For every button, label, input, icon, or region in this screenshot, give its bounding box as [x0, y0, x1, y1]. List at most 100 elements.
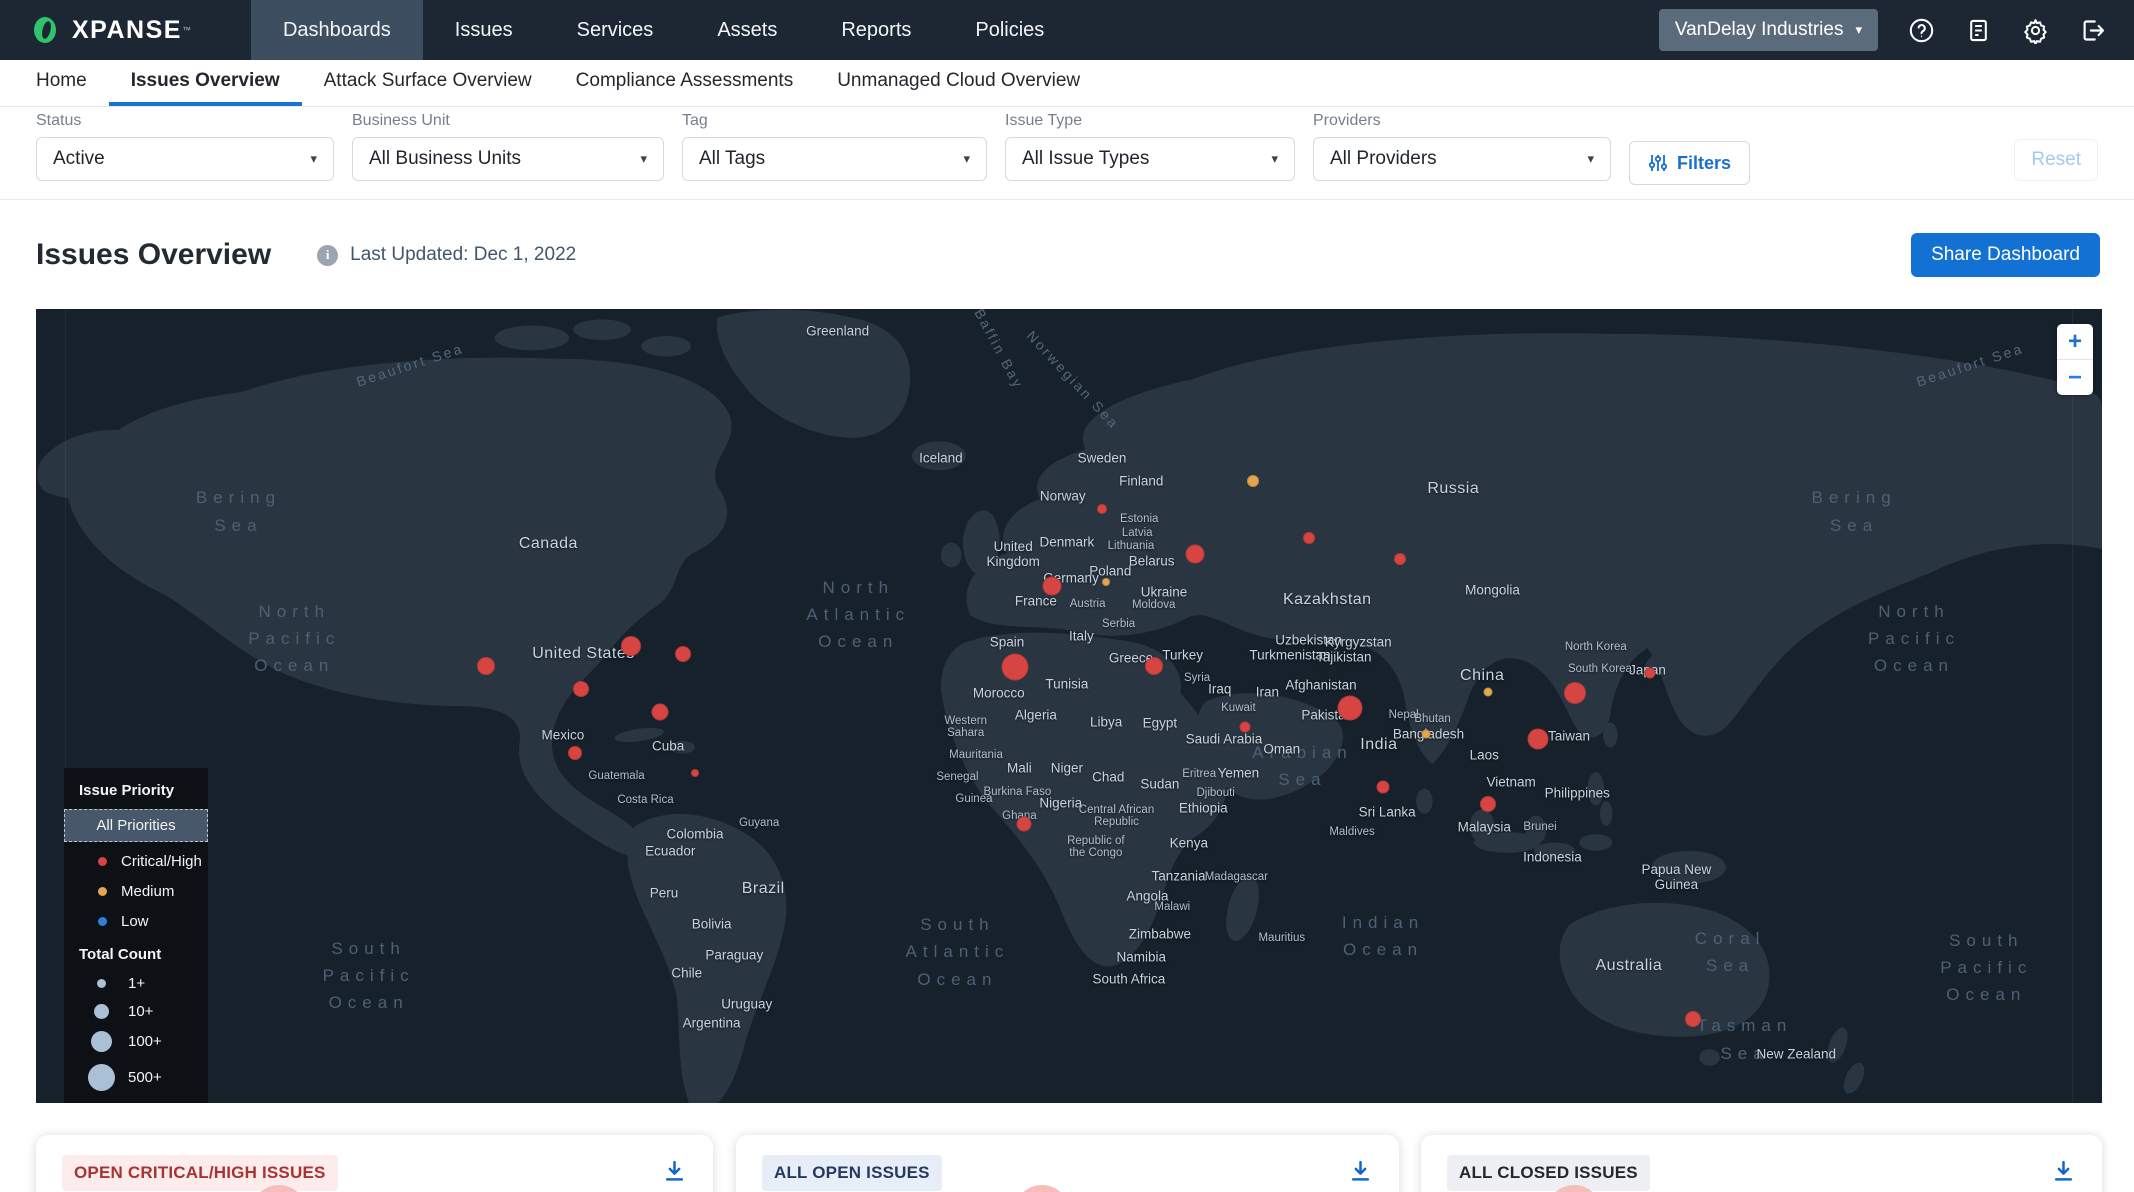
- world-map[interactable]: North Pacific OceanNorth Atlantic OceanS…: [36, 309, 2102, 1103]
- nav-item-services[interactable]: Services: [545, 0, 686, 60]
- card-open-critical-high-issues: OPEN CRITICAL/HIGH ISSUES: [36, 1135, 713, 1192]
- card-all-closed-issues: ALL CLOSED ISSUES: [1421, 1135, 2102, 1192]
- country-label-china: China: [1460, 667, 1504, 685]
- tab-home[interactable]: Home: [14, 60, 109, 106]
- filter-select-issue-type[interactable]: All Issue Types▾: [1005, 137, 1295, 181]
- filter-status: StatusActive▾: [36, 112, 334, 181]
- country-label-austria: Austria: [1070, 598, 1106, 610]
- issue-marker-critical[interactable]: [1016, 817, 1031, 832]
- legend-count-100: 100+: [64, 1025, 208, 1058]
- card-title-badge: OPEN CRITICAL/HIGH ISSUES: [62, 1155, 338, 1191]
- issue-marker-medium[interactable]: [1422, 729, 1431, 738]
- zoom-out-button[interactable]: −: [2057, 360, 2093, 395]
- issue-marker-critical[interactable]: [568, 746, 582, 760]
- tab-unmanaged-cloud-overview[interactable]: Unmanaged Cloud Overview: [815, 60, 1102, 106]
- map-legend: Issue Priority All Priorities Critical/H…: [64, 768, 208, 1103]
- nav-item-reports[interactable]: Reports: [809, 0, 943, 60]
- download-icon[interactable]: [1348, 1159, 1373, 1184]
- legend-count-label: 10+: [128, 1003, 153, 1020]
- issue-marker-critical[interactable]: [675, 646, 691, 662]
- country-label-iran: Iran: [1256, 684, 1279, 699]
- filter-select-status[interactable]: Active▾: [36, 137, 334, 181]
- dashboard-tab-bar: HomeIssues OverviewAttack Surface Overvi…: [0, 60, 2134, 107]
- nav-item-issues[interactable]: Issues: [423, 0, 545, 60]
- nav-item-policies[interactable]: Policies: [943, 0, 1076, 60]
- issue-marker-critical[interactable]: [621, 636, 641, 656]
- issue-marker-critical[interactable]: [1186, 545, 1205, 564]
- issue-marker-critical[interactable]: [651, 703, 668, 720]
- country-label-north-korea: North Korea: [1565, 641, 1627, 653]
- legend-priority-low[interactable]: Low: [64, 906, 208, 936]
- issue-marker-critical[interactable]: [691, 769, 699, 777]
- filter-issue-type: Issue TypeAll Issue Types▾: [1005, 112, 1295, 181]
- help-icon[interactable]: [1908, 17, 1935, 44]
- filter-label-providers: Providers: [1313, 112, 1611, 130]
- filter-select-providers[interactable]: All Providers▾: [1313, 137, 1611, 181]
- country-label-malaysia: Malaysia: [1458, 819, 1511, 834]
- release-notes-icon[interactable]: [1965, 17, 1992, 44]
- download-icon[interactable]: [662, 1159, 687, 1184]
- legend-all-priorities[interactable]: All Priorities: [64, 809, 208, 842]
- issue-marker-medium[interactable]: [1247, 475, 1259, 487]
- issue-marker-critical[interactable]: [1145, 657, 1163, 675]
- issue-marker-critical[interactable]: [1480, 796, 1496, 812]
- issue-marker-critical[interactable]: [1239, 722, 1250, 733]
- issue-marker-medium[interactable]: [1484, 687, 1493, 696]
- card-header: OPEN CRITICAL/HIGH ISSUES: [62, 1155, 687, 1191]
- country-label-libya: Libya: [1090, 714, 1122, 729]
- filter-select-tag[interactable]: All Tags▾: [682, 137, 987, 181]
- info-icon[interactable]: i: [317, 245, 338, 266]
- legend-count-label: 1+: [128, 975, 145, 992]
- legend-count-label: 100+: [128, 1033, 162, 1050]
- logout-icon[interactable]: [2079, 17, 2106, 44]
- issue-marker-critical[interactable]: [1337, 696, 1362, 721]
- country-label-cuba: Cuba: [652, 738, 684, 753]
- zoom-in-button[interactable]: +: [2057, 324, 2093, 359]
- settings-gear-icon[interactable]: [2022, 17, 2049, 44]
- tab-compliance-assessments[interactable]: Compliance Assessments: [554, 60, 816, 106]
- filter-select-business-unit[interactable]: All Business Units▾: [352, 137, 664, 181]
- filter-fields: StatusActive▾ Business Unit All Business U…: [36, 112, 1629, 181]
- legend-count-title: Total Count: [79, 946, 208, 963]
- count-dot-box: [82, 1064, 120, 1091]
- issue-marker-critical[interactable]: [1527, 728, 1548, 749]
- country-label-indonesia: Indonesia: [1523, 849, 1582, 864]
- issue-marker-critical[interactable]: [477, 657, 495, 675]
- account-switcher-button[interactable]: VanDelay Industries ▾: [1659, 9, 1878, 51]
- legend-priority-label: Medium: [121, 883, 174, 900]
- issue-marker-medium[interactable]: [1102, 578, 1110, 586]
- issue-marker-critical[interactable]: [1303, 532, 1315, 544]
- country-label-taiwan: Taiwan: [1548, 729, 1590, 744]
- country-label-iraq: Iraq: [1208, 681, 1231, 696]
- issue-marker-critical[interactable]: [1097, 504, 1107, 514]
- filter-value-tag: All Tags: [699, 148, 765, 170]
- issue-marker-critical[interactable]: [1685, 1011, 1701, 1027]
- country-label-saudi-arabia: Saudi Arabia: [1186, 731, 1263, 746]
- filter-label-business-unit: Business Unit: [352, 112, 664, 130]
- download-icon[interactable]: [2051, 1159, 2076, 1184]
- issue-marker-critical[interactable]: [1394, 553, 1406, 565]
- filters-button[interactable]: Filters: [1629, 141, 1750, 185]
- nav-item-dashboards[interactable]: Dashboards: [251, 0, 423, 60]
- account-name: VanDelay Industries: [1675, 19, 1844, 41]
- chevron-down-icon: ▾: [1271, 151, 1278, 167]
- issue-marker-critical[interactable]: [1564, 682, 1586, 704]
- count-dot-box: [82, 979, 120, 988]
- tab-attack-surface-overview[interactable]: Attack Surface Overview: [302, 60, 554, 106]
- issue-marker-critical[interactable]: [1043, 577, 1062, 596]
- count-dot-icon: [97, 979, 106, 988]
- tab-issues-overview[interactable]: Issues Overview: [109, 60, 302, 106]
- issue-marker-critical[interactable]: [1002, 654, 1029, 681]
- topbar-right: VanDelay Industries ▾: [1659, 0, 2134, 60]
- share-dashboard-button[interactable]: Share Dashboard: [1911, 233, 2100, 277]
- legend-priority-medium[interactable]: Medium: [64, 876, 208, 906]
- issue-marker-critical[interactable]: [1377, 780, 1390, 793]
- nav-item-assets[interactable]: Assets: [685, 0, 809, 60]
- issue-marker-critical[interactable]: [1644, 668, 1655, 679]
- reset-filters-button[interactable]: Reset: [2014, 139, 2098, 181]
- legend-priority-critical-high[interactable]: Critical/High: [64, 846, 208, 876]
- sliders-icon: [1648, 153, 1668, 173]
- country-label-united-states: United States: [532, 645, 635, 663]
- issue-marker-critical[interactable]: [573, 681, 589, 697]
- country-label-laos: Laos: [1470, 748, 1499, 763]
